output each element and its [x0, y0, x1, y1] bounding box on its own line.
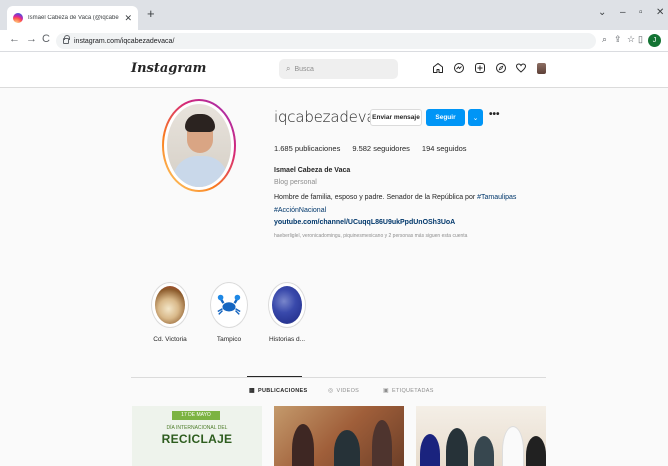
more-options-button[interactable]: •••	[489, 110, 500, 120]
bio-link[interactable]: youtube.com/channel/UCuqqL86U9ukPpdUnOSh…	[274, 219, 574, 226]
avatar-hair	[185, 114, 215, 132]
new-post-icon[interactable]	[474, 62, 486, 74]
post-person	[292, 424, 314, 466]
highlight-label: Cd. Victoria	[153, 336, 187, 343]
zoom-icon[interactable]: ⌕	[602, 35, 607, 44]
tab-close-icon[interactable]: ✕	[124, 13, 132, 23]
profile-avatar[interactable]	[162, 99, 236, 192]
crab-icon	[214, 286, 244, 324]
follow-button[interactable]: Seguir	[426, 109, 465, 126]
highlight-ring	[268, 282, 306, 328]
suggested-dropdown-button[interactable]: ⌄	[468, 109, 483, 126]
avatar-shirt	[173, 156, 228, 187]
messenger-icon[interactable]	[453, 62, 465, 74]
browser-tab[interactable]: Ismael Cabeza de Vaca (@iqcabe ✕	[7, 6, 138, 30]
instagram-logo[interactable]: Instagram	[131, 61, 206, 76]
bio-sentence: Hombre de familia, esposo y padre. Senad…	[274, 194, 476, 201]
post-person	[420, 434, 440, 466]
following-label: seguidos	[436, 144, 467, 153]
food-icon	[155, 286, 185, 324]
tab-videos[interactable]: ◎ VIDEOS	[328, 387, 360, 395]
profile-category: Blog personal	[274, 179, 317, 186]
tabs-divider	[131, 377, 546, 378]
posts-label: publicaciones	[294, 144, 341, 153]
minimize-button[interactable]: –	[620, 8, 626, 18]
people-icon	[272, 286, 302, 324]
video-icon: ◎	[328, 388, 334, 394]
post-person	[502, 426, 524, 466]
grid-icon: ▦	[249, 388, 255, 394]
post-title: RECICLAJE	[161, 432, 233, 446]
close-window-button[interactable]: ✕	[656, 8, 664, 18]
followers-stat[interactable]: 9.582 seguidores	[352, 144, 410, 153]
followed-by-text[interactable]: haeberliglel, veronicadomingu, piquinesm…	[274, 233, 574, 239]
highlight-cd-victoria[interactable]: Cd. Victoria	[145, 282, 195, 343]
profile-stats: 1.685 publicaciones 9.582 seguidores 194…	[274, 144, 479, 153]
post-subtitle: DÍA INTERNACIONAL DEL	[166, 425, 228, 431]
highlight-tampico[interactable]: Tampico	[204, 282, 254, 343]
restore-button[interactable]: ▫	[639, 8, 643, 18]
instagram-favicon-icon	[13, 13, 23, 23]
url-text[interactable]: instagram.com/iqcabezadevaca/	[74, 38, 174, 45]
hashtag-accion-nacional[interactable]: #AcciónNacional	[274, 207, 326, 214]
bookmark-star-icon[interactable]: ☆	[627, 35, 635, 44]
heart-icon[interactable]	[515, 62, 527, 74]
new-tab-button[interactable]: +	[147, 7, 155, 20]
tab-publicaciones[interactable]: ▦ PUBLICACIONES	[249, 387, 308, 395]
active-tab-indicator	[247, 376, 302, 377]
highlight-label: Historias d...	[268, 336, 306, 343]
highlight-ring	[151, 282, 189, 328]
instagram-header: Instagram ⌕	[0, 52, 668, 88]
search-box[interactable]: ⌕	[279, 59, 398, 79]
following-count: 194	[421, 144, 435, 153]
profile-photo	[167, 104, 231, 187]
post-person	[446, 428, 468, 466]
hashtag-tamaulipas[interactable]: #Tamaulipas	[477, 194, 516, 201]
post-tile[interactable]: 17 DE MAYO DÍA INTERNACIONAL DEL RECICLA…	[132, 406, 262, 466]
tab-label: VIDEOS	[336, 387, 360, 394]
tab-etiquetadas[interactable]: ▣ ETIQUETADAS	[383, 387, 434, 395]
post-person	[526, 436, 546, 466]
profile-bio: Ismael Cabeza de Vaca Blog personal Homb…	[274, 167, 574, 239]
share-icon[interactable]: ⇪	[614, 35, 622, 44]
forward-button[interactable]: →	[26, 34, 37, 45]
post-person	[334, 430, 360, 466]
reload-button[interactable]: C	[42, 34, 50, 45]
omnibox[interactable]: instagram.com/iqcabezadevaca/	[56, 33, 596, 49]
browser-profile-avatar[interactable]: J	[648, 34, 661, 47]
tab-label: ETIQUETADAS	[391, 387, 434, 394]
followers-count: 9.582	[352, 144, 372, 153]
bio-text: Hombre de familia, esposo y padre. Senad…	[274, 191, 574, 217]
address-bar-row: ← → C instagram.com/iqcabezadevaca/ ⌕ ⇪ …	[0, 30, 668, 52]
following-stat[interactable]: 194 seguidos	[422, 144, 467, 153]
tag-icon: ▣	[383, 388, 389, 394]
posts-stat: 1.685 publicaciones	[274, 144, 340, 153]
post-tile[interactable]	[416, 406, 546, 466]
tab-label: PUBLICACIONES	[257, 387, 308, 394]
tab-search-icon[interactable]: ⌄	[598, 8, 606, 18]
browser-tab-bar: Ismael Cabeza de Vaca (@iqcabe ✕ + ⌄ – ▫…	[0, 0, 668, 30]
lock-icon	[63, 35, 70, 44]
search-icon: ⌕	[286, 64, 291, 73]
post-person	[474, 436, 494, 466]
back-button[interactable]: ←	[9, 34, 20, 45]
posts-count: 1.685	[274, 144, 293, 153]
highlight-ring	[210, 282, 248, 328]
highlight-label: Tampico	[216, 336, 242, 343]
explore-icon[interactable]	[495, 62, 507, 74]
highlight-historias[interactable]: Historias d...	[262, 282, 312, 343]
full-name: Ismael Cabeza de Vaca	[274, 167, 351, 174]
post-tile[interactable]	[274, 406, 404, 466]
avatar-frame	[164, 101, 234, 190]
user-avatar-icon[interactable]	[537, 63, 546, 74]
search-input[interactable]	[294, 65, 385, 73]
side-panel-icon[interactable]: ▯	[638, 35, 643, 44]
followers-label: seguidores	[373, 144, 410, 153]
post-person	[372, 420, 392, 466]
post-date-badge: 17 DE MAYO	[172, 411, 220, 420]
home-icon[interactable]	[432, 62, 444, 74]
tab-title: Ismael Cabeza de Vaca (@iqcabe	[28, 15, 119, 21]
send-message-button[interactable]: Enviar mensaje	[370, 109, 422, 126]
